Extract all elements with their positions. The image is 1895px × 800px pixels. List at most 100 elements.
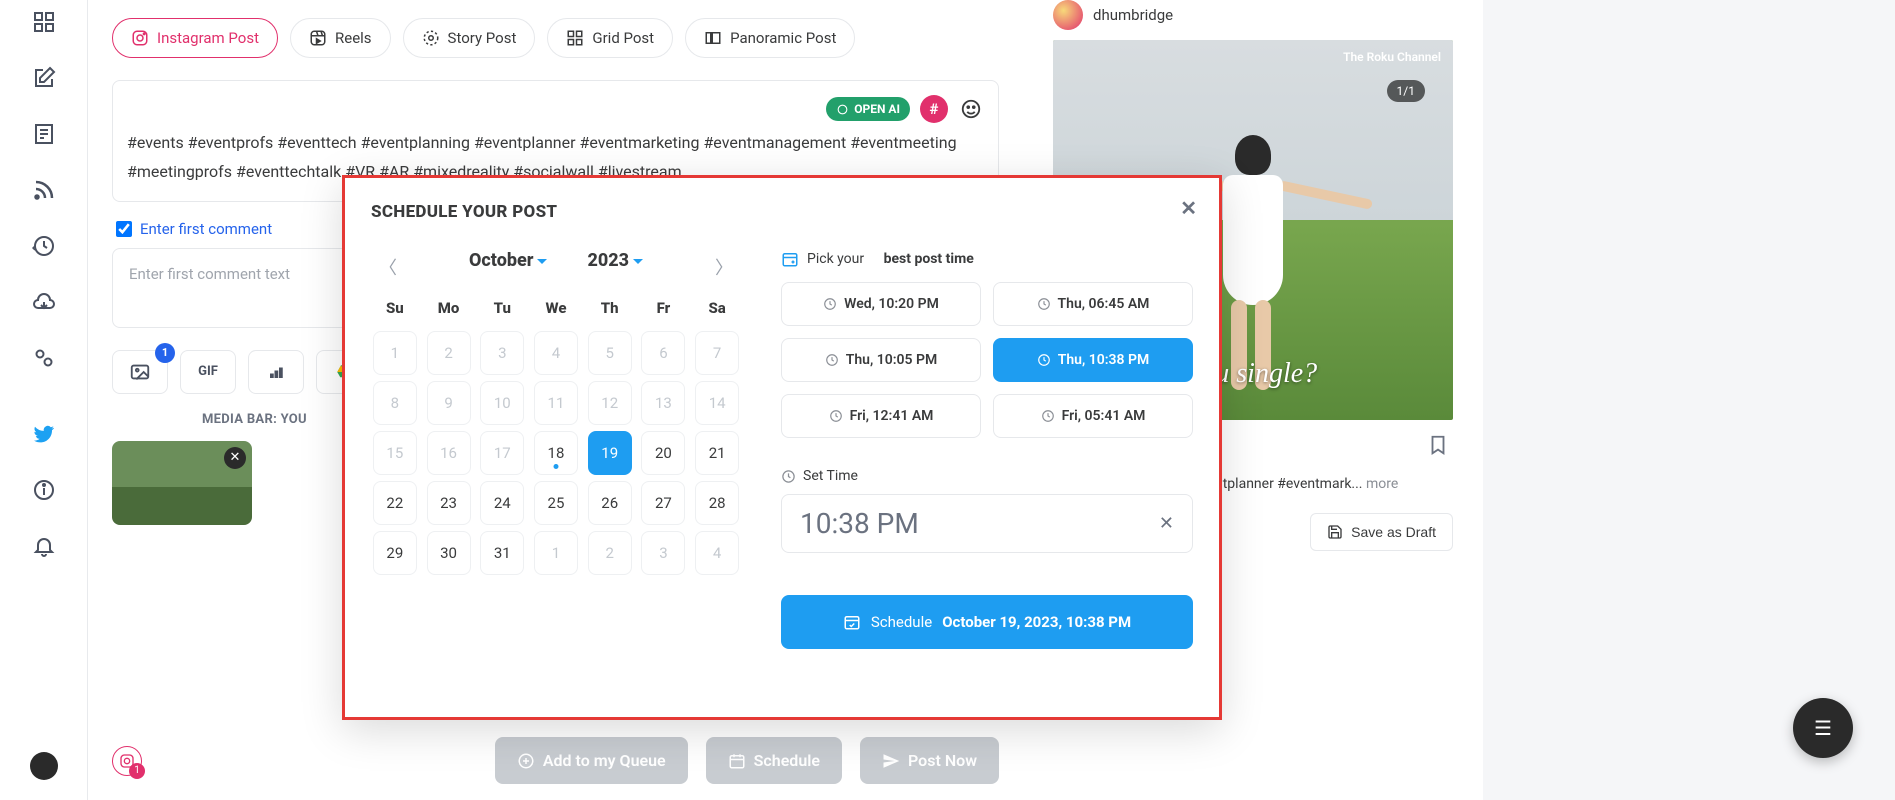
tab-panoramic-post[interactable]: Panoramic Post — [685, 18, 855, 58]
time-slot[interactable]: Fri, 05:41 AM — [993, 394, 1193, 438]
twitter-icon[interactable] — [30, 420, 58, 448]
calendar-day[interactable]: 31 — [480, 531, 524, 575]
calendar-day: 3 — [641, 531, 685, 575]
cloud-download-icon[interactable] — [30, 288, 58, 316]
calendar-day: 11 — [534, 381, 578, 425]
gif-button[interactable]: GIF — [180, 350, 236, 394]
calendar-day[interactable]: 24 — [480, 481, 524, 525]
calendar-day: 5 — [588, 331, 632, 375]
calendar-day: 2 — [588, 531, 632, 575]
tab-label: Panoramic Post — [730, 29, 836, 47]
tab-label: Instagram Post — [157, 29, 259, 47]
calendar-day[interactable]: 22 — [373, 481, 417, 525]
schedule-post-modal: SCHEDULE YOUR POST ✕ 〈 October 2023 〉 Su… — [342, 175, 1222, 720]
calendar-day: 12 — [588, 381, 632, 425]
document-icon[interactable] — [30, 120, 58, 148]
settings-icon[interactable] — [30, 344, 58, 372]
remove-media-button[interactable]: ✕ — [224, 447, 246, 469]
calendar-day: 2 — [427, 331, 471, 375]
calendar-day[interactable]: 27 — [641, 481, 685, 525]
first-comment-checkbox[interactable] — [116, 221, 132, 237]
emoji-button[interactable] — [958, 96, 984, 122]
dashboard-icon[interactable] — [30, 8, 58, 36]
calendar-day[interactable]: 19 — [588, 431, 632, 475]
calendar-dow: Tu — [478, 291, 526, 325]
calendar-day[interactable]: 29 — [373, 531, 417, 575]
calendar-prev-button[interactable]: 〈 — [375, 250, 401, 284]
calendar-dow: Sa — [693, 291, 741, 325]
calendar-dow: Th — [586, 291, 634, 325]
time-slot[interactable]: Wed, 10:20 PM — [781, 282, 981, 326]
bookmark-icon[interactable] — [1427, 434, 1449, 460]
preview-username: dhumbridge — [1093, 6, 1173, 24]
history-icon[interactable] — [30, 232, 58, 260]
tab-label: Reels — [335, 29, 372, 47]
time-slot[interactable]: Fri, 12:41 AM — [781, 394, 981, 438]
calendar-day: 10 — [480, 381, 524, 425]
year-select[interactable]: 2023 — [587, 250, 643, 271]
tab-instagram-post[interactable]: Instagram Post — [112, 18, 278, 58]
time-panel: Pick your best post time Wed, 10:20 PM Th… — [781, 250, 1193, 649]
calendar-dow: Fr — [640, 291, 688, 325]
rss-icon[interactable] — [30, 176, 58, 204]
calendar-dow: We — [532, 291, 580, 325]
calendar-day: 7 — [695, 331, 739, 375]
calendar-dow: Su — [371, 291, 419, 325]
post-type-tabs: Instagram Post Reels Story Post Grid Pos… — [112, 18, 999, 58]
bell-icon[interactable] — [30, 532, 58, 560]
tab-reels[interactable]: Reels — [290, 18, 391, 58]
info-icon[interactable] — [30, 476, 58, 504]
best-post-time-label: Pick your best post time — [781, 250, 1193, 268]
media-counter: 1/1 — [1387, 80, 1425, 102]
media-thumbnail[interactable]: ✕ — [112, 441, 252, 525]
calendar-next-button[interactable]: 〉 — [711, 250, 737, 284]
caption-more[interactable]: more — [1366, 476, 1398, 492]
hashtag-button[interactable]: # — [920, 95, 948, 123]
time-input[interactable]: 10:38 PM ✕ — [781, 494, 1193, 553]
post-now-button[interactable]: Post Now — [860, 737, 999, 784]
month-select[interactable]: October — [469, 250, 547, 271]
image-upload-button[interactable]: 1 — [112, 350, 168, 394]
calendar-day: 4 — [534, 331, 578, 375]
calendar-day[interactable]: 21 — [695, 431, 739, 475]
calendar-day: 1 — [534, 531, 578, 575]
calendar-day: 17 — [480, 431, 524, 475]
time-slot[interactable]: Thu, 10:05 PM — [781, 338, 981, 382]
calendar-day: 3 — [480, 331, 524, 375]
calendar-day: 8 — [373, 381, 417, 425]
tab-grid-post[interactable]: Grid Post — [547, 18, 673, 58]
save-as-draft-button[interactable]: Save as Draft — [1310, 513, 1453, 551]
tab-label: Story Post — [448, 29, 517, 47]
tab-label: Grid Post — [592, 29, 654, 47]
calendar-day[interactable]: 26 — [588, 481, 632, 525]
library-button[interactable] — [248, 350, 304, 394]
open-ai-badge[interactable]: OPEN AI — [826, 97, 910, 121]
menu-fab[interactable]: ☰ — [1793, 698, 1853, 758]
add-to-queue-button[interactable]: Add to my Queue — [495, 737, 688, 784]
time-slot[interactable]: Thu, 10:38 PM — [993, 338, 1193, 382]
instagram-account-chip[interactable]: 1 — [112, 746, 142, 776]
calendar-day: 16 — [427, 431, 471, 475]
calendar-day: 15 — [373, 431, 417, 475]
calendar-day: 13 — [641, 381, 685, 425]
schedule-button[interactable]: Schedule — [706, 737, 842, 784]
clear-time-button[interactable]: ✕ — [1159, 513, 1174, 534]
user-avatar[interactable] — [30, 752, 58, 780]
calendar-day[interactable]: 20 — [641, 431, 685, 475]
composer-footer: 1 Add to my Queue Schedule Post Now — [88, 737, 1023, 784]
calendar-day[interactable]: 28 — [695, 481, 739, 525]
calendar-day[interactable]: 25 — [534, 481, 578, 525]
calendar-day[interactable]: 30 — [427, 531, 471, 575]
media-count-badge: 1 — [155, 343, 175, 363]
calendar-day: 4 — [695, 531, 739, 575]
time-slot[interactable]: Thu, 06:45 AM — [993, 282, 1193, 326]
calendar-day[interactable]: 18 — [534, 431, 578, 475]
preview-user: dhumbridge — [1053, 0, 1453, 40]
time-value: 10:38 PM — [800, 507, 919, 540]
confirm-schedule-button[interactable]: Schedule October 19, 2023, 10:38 PM — [781, 595, 1193, 649]
calendar-day[interactable]: 23 — [427, 481, 471, 525]
compose-icon[interactable] — [30, 64, 58, 92]
tab-story-post[interactable]: Story Post — [403, 18, 536, 58]
set-time-label: Set Time — [781, 468, 1193, 484]
close-icon[interactable]: ✕ — [1180, 196, 1197, 220]
